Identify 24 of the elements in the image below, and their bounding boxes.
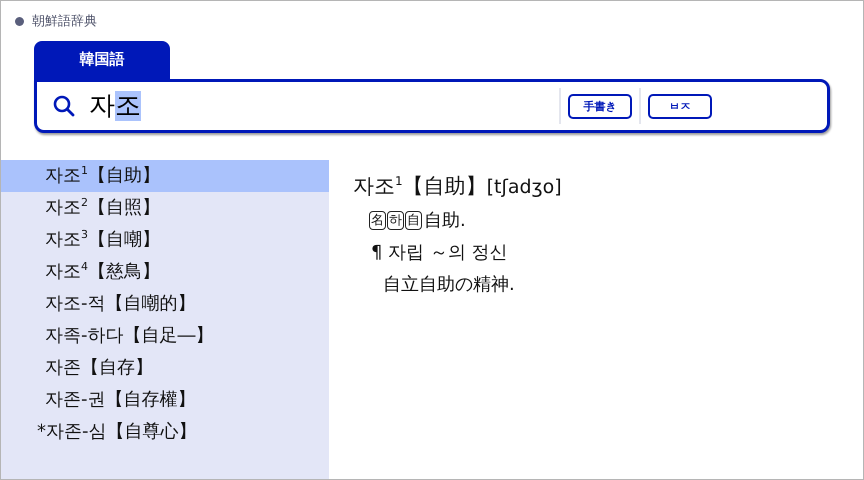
bullet-icon — [15, 16, 24, 26]
handwriting-button[interactable]: 手書き — [568, 94, 632, 118]
app-title: 朝鮮語辞典 — [32, 13, 97, 30]
search-icon — [53, 95, 75, 117]
keyboard-button[interactable]: ㅂㅈ — [648, 94, 712, 118]
label-tag: 自 — [405, 210, 422, 230]
definition: 自助. — [424, 209, 466, 232]
pronunciation: [tʃadʒo] — [486, 176, 562, 198]
result-item[interactable]: 자조$^{1}$【自助】 — [1, 160, 329, 192]
result-item[interactable]: 자조$^{2}$【自照】 — [1, 192, 329, 224]
search-field[interactable]: 자조 — [37, 82, 559, 130]
result-item[interactable]: 자존-권【自存權】 — [1, 384, 329, 416]
result-item[interactable]: 자조$^{3}$【自嘲】 — [1, 224, 329, 256]
language-tab[interactable]: 韓国語 — [34, 41, 170, 79]
result-item[interactable]: 자존【自存】 — [1, 352, 329, 384]
result-item[interactable]: 자족-하다【自足―】 — [1, 320, 329, 352]
headword: 자조$^{1}$【自助】 — [353, 174, 487, 198]
result-item[interactable]: *자존-심【自尊心】 — [1, 416, 329, 448]
label-tag: 하 — [387, 210, 404, 230]
result-item[interactable]: 자조$^{4}$【慈鳥】 — [1, 256, 329, 288]
label-tag: 名 — [369, 210, 386, 230]
result-item[interactable]: 자조-적【自嘲的】 — [1, 288, 329, 320]
example-translation: 自立自助の精神. — [383, 273, 515, 296]
example-sentence: ¶ 자립 ～의 정신 — [371, 241, 508, 264]
